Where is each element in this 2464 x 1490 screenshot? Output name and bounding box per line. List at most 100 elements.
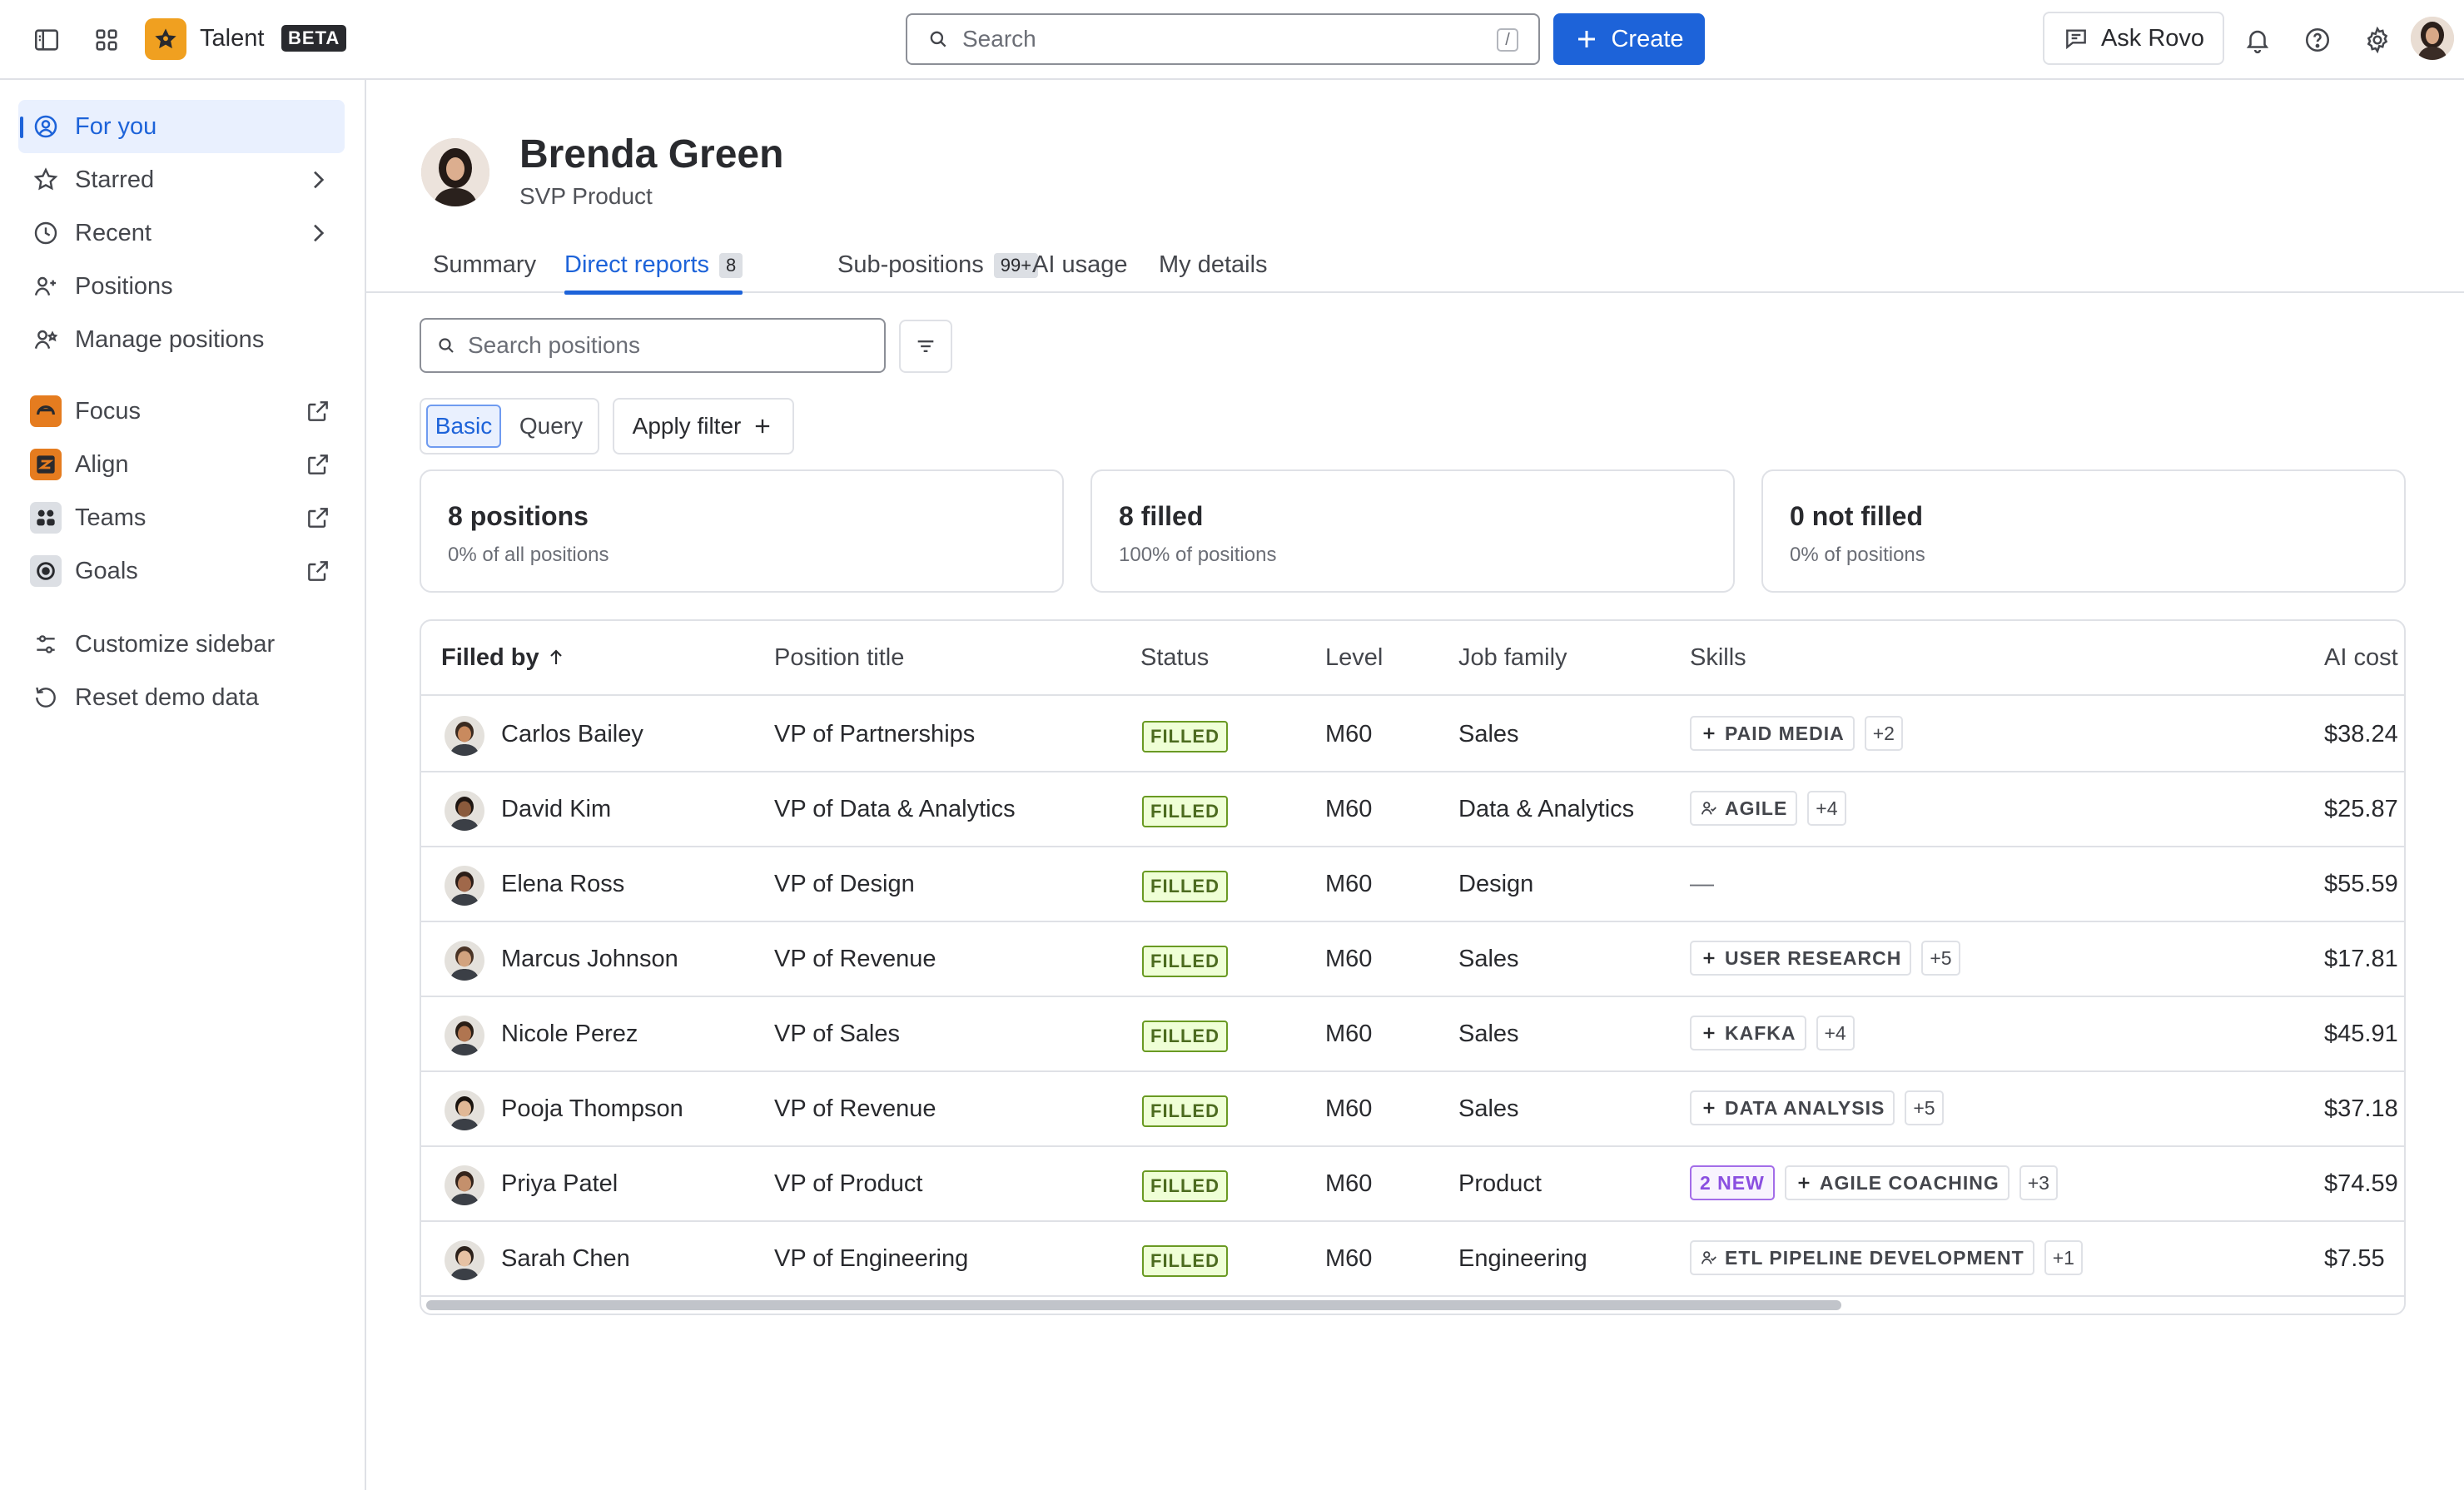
global-search[interactable]: / <box>906 13 1540 65</box>
column-header-job-family[interactable]: Job family <box>1458 644 1567 672</box>
level: M60 <box>1325 1021 1373 1047</box>
position-title[interactable]: VP of Revenue <box>774 946 936 973</box>
skill-tag[interactable]: AGILE COACHING <box>1784 1165 2009 1200</box>
skill-tag-label: DATA ANALYSIS <box>1725 1096 1885 1119</box>
chevron-right-icon[interactable] <box>305 220 331 246</box>
status-badge: FILLED <box>1142 1245 1228 1277</box>
filled-by-name[interactable]: Elena Ross <box>501 871 624 898</box>
filled-by-name[interactable]: Pooja Thompson <box>501 1095 683 1123</box>
apply-filter-button[interactable]: Apply filter <box>613 398 794 454</box>
tab-summary[interactable]: Summary <box>433 251 536 293</box>
skill-tag[interactable]: ETL PIPELINE DEVELOPMENT <box>1690 1240 2034 1275</box>
tab-sub-positions[interactable]: Sub-positions 99+ <box>837 251 1039 293</box>
sidebar-item-positions[interactable]: Positions <box>18 260 345 313</box>
horizontal-scrollbar[interactable] <box>426 1300 1841 1310</box>
more-skills-badge[interactable]: +2 <box>1864 716 1903 751</box>
settings-gear-icon[interactable] <box>2354 17 2401 63</box>
more-skills-badge[interactable]: +5 <box>1905 1090 1944 1125</box>
skill-tag[interactable]: KAFKA <box>1690 1016 1806 1050</box>
table-row[interactable]: Priya Patel VP of Product FILLED M60 Product… <box>421 1147 2404 1222</box>
skill-tag-label: AGILE <box>1725 797 1788 819</box>
sidebar-app-teams[interactable]: Teams <box>18 491 345 544</box>
sidebar-toggle-icon[interactable] <box>23 17 70 63</box>
position-title[interactable]: VP of Partnerships <box>774 721 975 748</box>
filled-by-name[interactable]: Carlos Bailey <box>501 721 643 748</box>
filled-by-name[interactable]: Marcus Johnson <box>501 946 678 973</box>
position-search-input[interactable] <box>468 332 867 359</box>
filled-by-name[interactable]: Priya Patel <box>501 1170 618 1198</box>
tab-label: Direct reports <box>564 251 710 278</box>
table-row[interactable]: Elena Ross VP of Design FILLED M60 Design — $5… <box>421 847 2404 922</box>
sidebar-reset-demo[interactable]: Reset demo data <box>18 671 345 724</box>
create-button[interactable]: Create <box>1553 13 1705 65</box>
column-header-filled-by[interactable]: Filled by <box>441 644 566 672</box>
position-search[interactable] <box>420 318 886 373</box>
sidebar-item-label: Align <box>75 450 129 478</box>
more-skills-badge[interactable]: +1 <box>2044 1240 2083 1275</box>
talent-logo-icon[interactable] <box>145 18 186 60</box>
beta-badge: BETA <box>281 25 347 52</box>
app-switcher-icon[interactable] <box>83 17 130 63</box>
more-skills-badge[interactable]: +3 <box>2019 1165 2058 1200</box>
tab-my-details[interactable]: My details <box>1159 251 1268 293</box>
status-badge: FILLED <box>1142 721 1228 752</box>
more-skills-badge[interactable]: +4 <box>1807 791 1846 826</box>
position-title[interactable]: VP of Design <box>774 871 915 898</box>
more-skills-badge[interactable]: +5 <box>1921 941 1960 976</box>
column-header-position-title[interactable]: Position title <box>774 644 904 672</box>
app-name[interactable]: Talent <box>200 25 264 52</box>
table-row[interactable]: Nicole Perez VP of Sales FILLED M60 Sales KAF… <box>421 997 2404 1072</box>
skill-tag[interactable]: AGILE <box>1690 791 1798 826</box>
position-title[interactable]: VP of Engineering <box>774 1245 968 1273</box>
column-header-ai-cost[interactable]: AI cost <box>2324 644 2398 672</box>
basic-mode-button[interactable]: Basic <box>426 405 501 448</box>
tab-ai-usage[interactable]: AI usage <box>1032 251 1127 293</box>
more-skills-badge[interactable]: +4 <box>1816 1016 1855 1050</box>
filter-mode-toggle: Basic Query <box>420 398 599 454</box>
plus-icon <box>1703 728 1715 739</box>
filled-by-name[interactable]: David Kim <box>501 796 611 823</box>
sidebar-item-manage-positions[interactable]: Manage positions <box>18 313 345 366</box>
filter-options-button[interactable] <box>899 320 952 373</box>
sidebar-customize[interactable]: Customize sidebar <box>18 618 345 671</box>
filled-by-name[interactable]: Sarah Chen <box>501 1245 630 1273</box>
position-title[interactable]: VP of Revenue <box>774 1095 936 1123</box>
ask-rovo-button[interactable]: Ask Rovo <box>2043 12 2224 65</box>
skill-tag[interactable]: DATA ANALYSIS <box>1690 1090 1895 1125</box>
table-row[interactable]: Carlos Bailey VP of Partnerships FILLED M60… <box>421 698 2404 772</box>
skill-tag[interactable]: PAID MEDIA <box>1690 716 1855 751</box>
plus-icon <box>1703 1102 1715 1114</box>
sidebar-app-align[interactable]: Align <box>18 438 345 491</box>
skills-cell: KAFKA +4 <box>1690 1016 1855 1050</box>
column-header-skills[interactable]: Skills <box>1690 644 1746 672</box>
new-skills-badge[interactable]: 2 NEW <box>1690 1165 1775 1200</box>
job-family: Sales <box>1458 1021 1519 1047</box>
user-avatar[interactable] <box>2411 17 2454 60</box>
sidebar-item-for-you[interactable]: For you <box>18 100 345 153</box>
chevron-right-icon[interactable] <box>305 166 331 193</box>
sidebar-item-recent[interactable]: Recent <box>18 206 345 260</box>
column-header-status[interactable]: Status <box>1140 644 1209 672</box>
sidebar-app-focus[interactable]: Focus <box>18 385 345 438</box>
table-row[interactable]: David Kim VP of Data & Analytics FILLED M60… <box>421 772 2404 847</box>
skill-tag[interactable]: USER RESEARCH <box>1690 941 1912 976</box>
notifications-icon[interactable] <box>2234 17 2281 63</box>
table-row[interactable]: Sarah Chen VP of Engineering FILLED M60 Engi… <box>421 1222 2404 1297</box>
query-mode-button[interactable]: Query <box>508 405 594 448</box>
table-row[interactable]: Pooja Thompson VP of Revenue FILLED M60 Sale… <box>421 1072 2404 1147</box>
column-header-level[interactable]: Level <box>1325 644 1383 672</box>
position-title[interactable]: VP of Data & Analytics <box>774 796 1016 823</box>
sidebar-app-goals[interactable]: Goals <box>18 544 345 598</box>
position-title[interactable]: VP of Sales <box>774 1021 900 1048</box>
position-title[interactable]: VP of Product <box>774 1170 922 1198</box>
help-icon[interactable] <box>2294 17 2341 63</box>
person-settings-icon <box>30 324 62 355</box>
filled-by-name[interactable]: Nicole Perez <box>501 1021 638 1048</box>
stat-card-not-filled: 0 not filled 0% of positions <box>1761 469 2406 593</box>
search-input[interactable] <box>962 26 1462 52</box>
tab-direct-reports[interactable]: Direct reports 8 <box>564 251 743 295</box>
table-row[interactable]: Marcus Johnson VP of Revenue FILLED M60 Sale… <box>421 922 2404 997</box>
sidebar-item-starred[interactable]: Starred <box>18 153 345 206</box>
ai-cost: $45.91 <box>2324 1021 2398 1047</box>
reset-icon <box>30 682 62 713</box>
